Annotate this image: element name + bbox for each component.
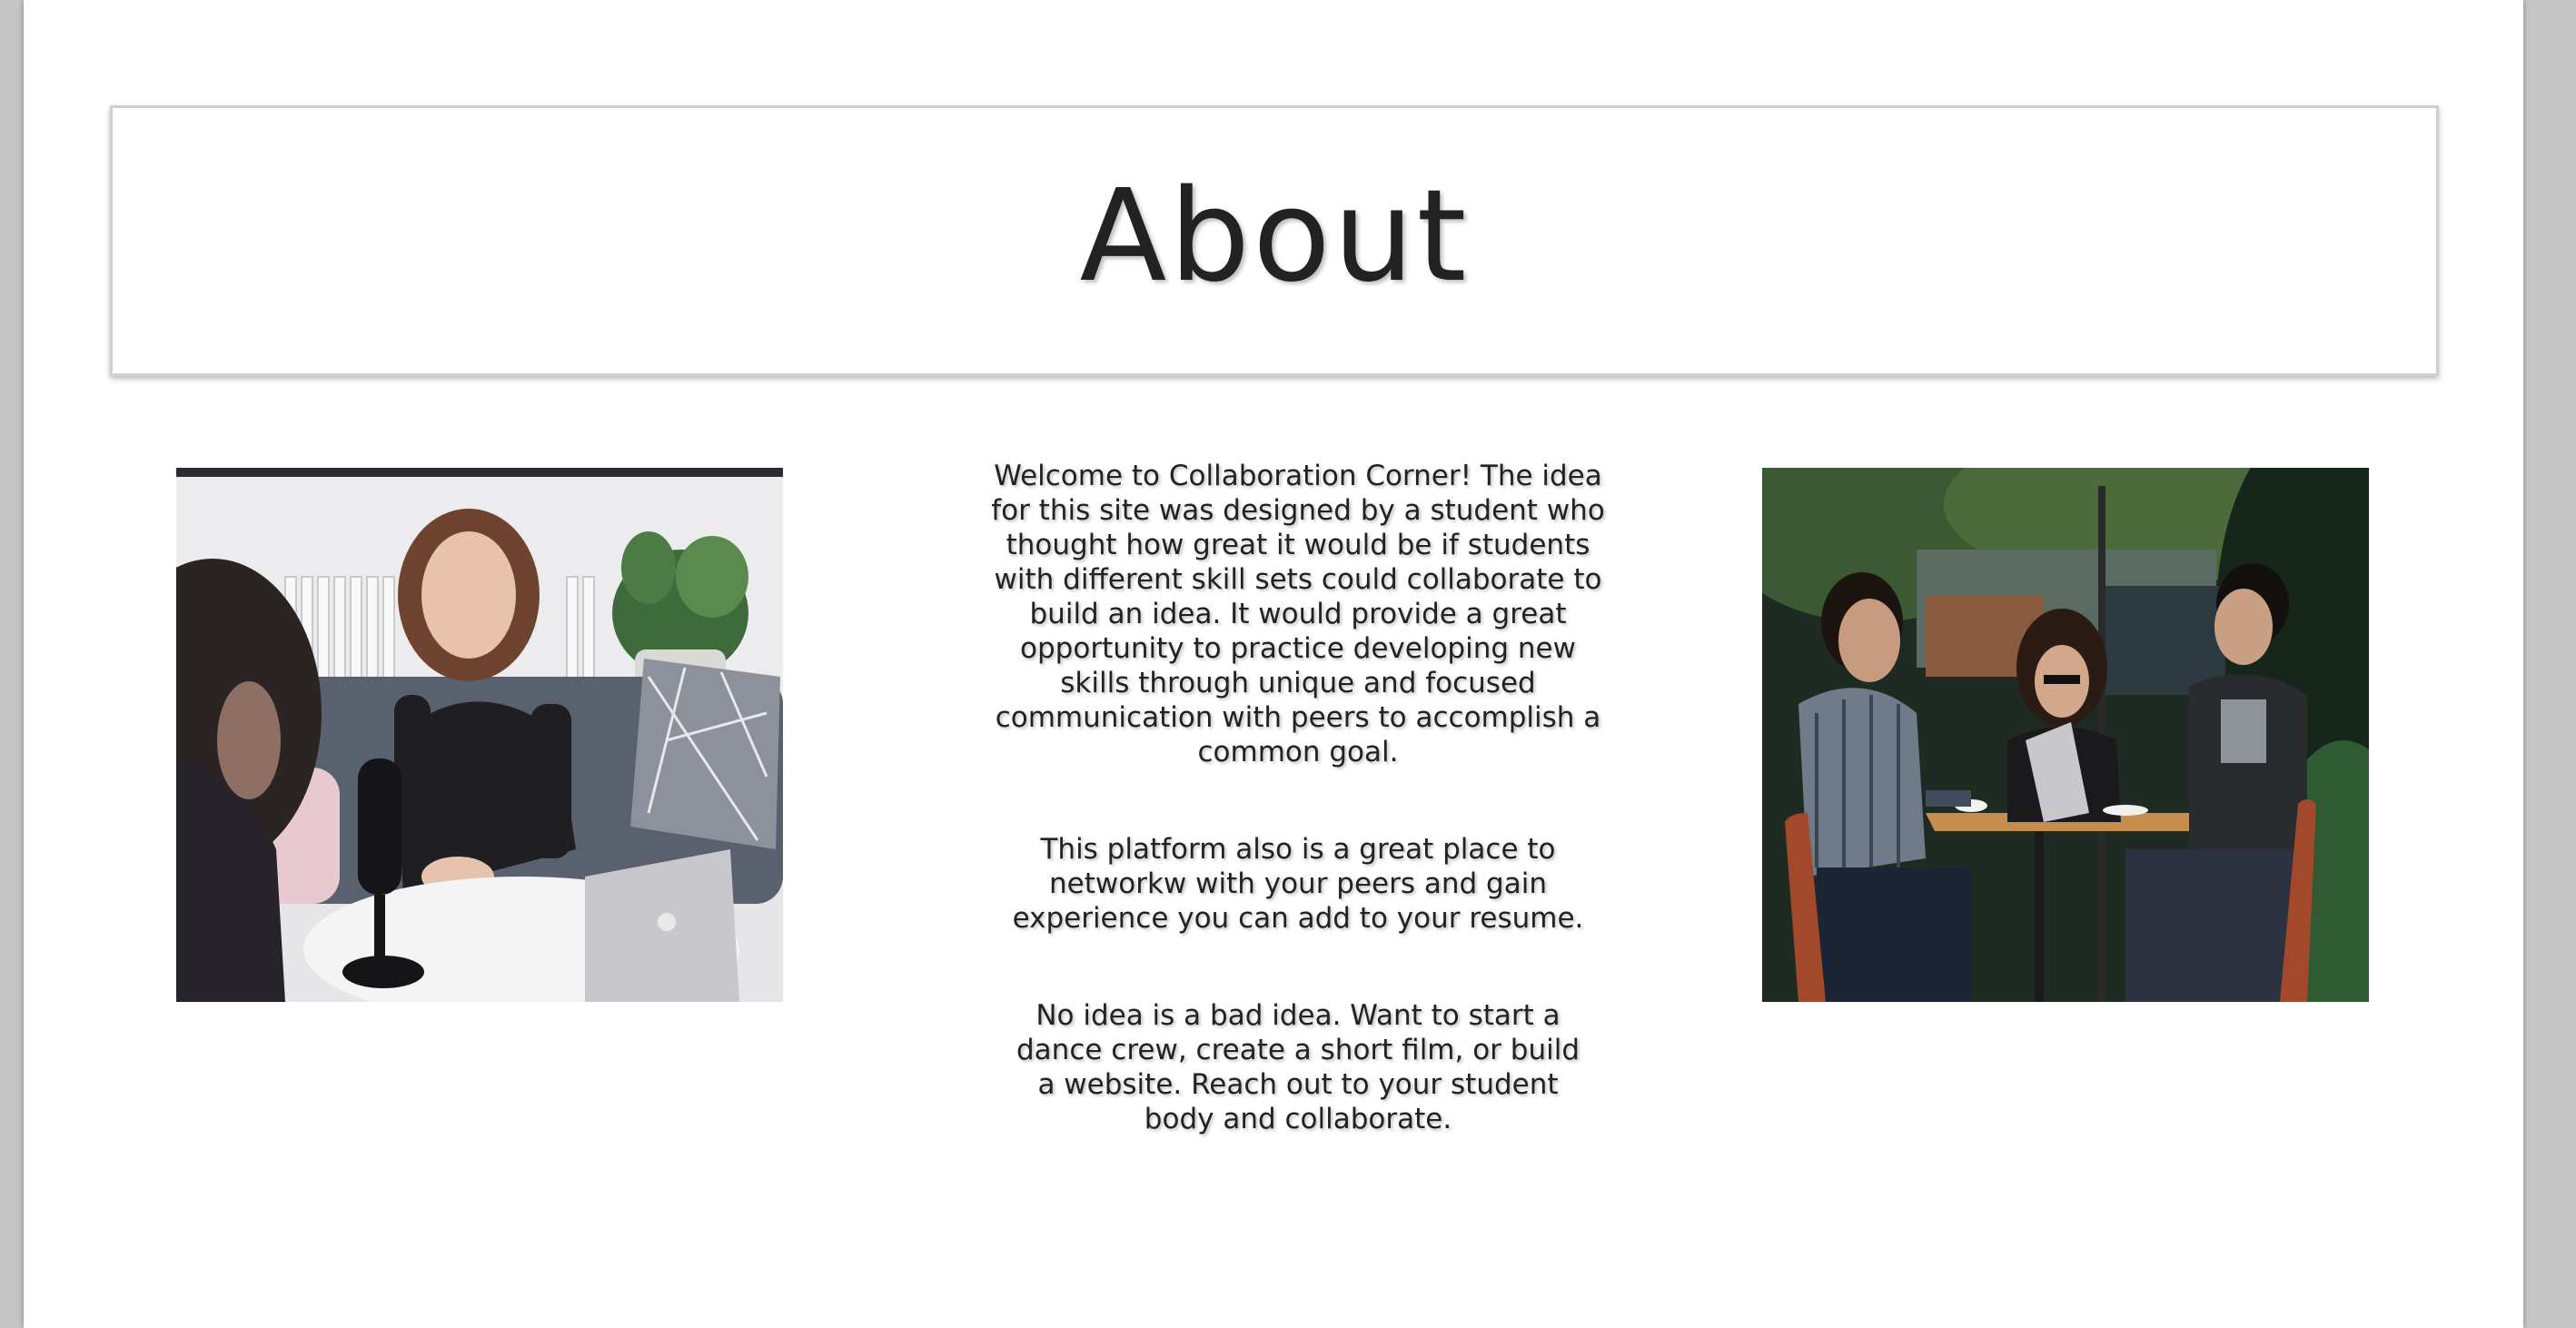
- about-text: Welcome to Collaboration Corner! The ide…: [957, 459, 1639, 1136]
- networking-paragraph: This platform also is a great place to n…: [1012, 833, 1584, 935]
- podcast-recording-photo: [176, 468, 783, 1002]
- page-title: About: [1079, 162, 1470, 311]
- call-to-action-paragraph: No idea is a bad idea. Want to start a d…: [1016, 999, 1580, 1135]
- page: About Welcome to Collaboration Corner! T…: [24, 0, 2523, 1328]
- intro-paragraph: Welcome to Collaboration Corner! The ide…: [991, 460, 1605, 768]
- about-header-box: About: [110, 105, 2439, 376]
- students-cafe-laptop-photo: [1762, 468, 2369, 1002]
